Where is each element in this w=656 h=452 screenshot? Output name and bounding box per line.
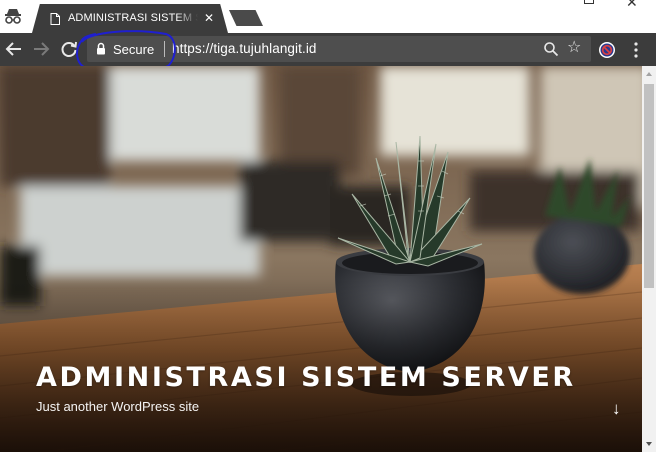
active-tab[interactable]: ADMINISTRASI SISTEM SERVER ✕ bbox=[32, 4, 228, 33]
hero-image bbox=[0, 66, 642, 452]
star-icon[interactable]: ☆ bbox=[567, 38, 581, 58]
page-icon bbox=[50, 13, 60, 25]
scrollbar-thumb[interactable] bbox=[644, 84, 654, 288]
site-title[interactable]: ADMINISTRASI SISTEM SERVER bbox=[36, 362, 576, 393]
magnifier-icon[interactable] bbox=[543, 41, 559, 57]
vertical-scrollbar[interactable] bbox=[642, 66, 656, 452]
site-tagline: Just another WordPress site bbox=[36, 399, 200, 414]
maximize-icon[interactable] bbox=[584, 0, 594, 4]
url-text[interactable]: https://tiga.tujuhlangit.id bbox=[172, 41, 317, 56]
back-arrow-icon[interactable] bbox=[4, 39, 24, 59]
tab-title: ADMINISTRASI SISTEM SERVER bbox=[68, 12, 198, 26]
scroll-down-arrow-icon[interactable]: ↓ bbox=[612, 400, 621, 418]
window-close-icon[interactable]: ✕ bbox=[626, 0, 638, 11]
reload-icon[interactable] bbox=[59, 39, 79, 59]
tab-strip: ADMINISTRASI SISTEM SERVER ✕ ✕ bbox=[0, 0, 656, 33]
browser-toolbar: Secure https://tiga.tujuhlangit.id ☆ bbox=[0, 33, 656, 66]
security-label[interactable]: Secure bbox=[113, 42, 154, 57]
incognito-icon bbox=[5, 9, 21, 24]
new-tab-button[interactable] bbox=[229, 10, 263, 26]
address-bar[interactable]: Secure https://tiga.tujuhlangit.id ☆ bbox=[87, 36, 591, 62]
omnibox-divider bbox=[164, 41, 165, 57]
page-viewport: ADMINISTRASI SISTEM SERVER Just another … bbox=[0, 66, 642, 452]
tab-close-icon[interactable]: ✕ bbox=[204, 12, 214, 24]
lock-icon bbox=[97, 42, 105, 55]
scroll-down-icon[interactable] bbox=[646, 442, 652, 446]
blocked-circle-icon[interactable] bbox=[598, 41, 616, 59]
three-dot-menu-icon[interactable] bbox=[633, 41, 639, 59]
forward-arrow-icon[interactable] bbox=[31, 39, 51, 59]
scroll-up-icon[interactable] bbox=[646, 72, 652, 76]
